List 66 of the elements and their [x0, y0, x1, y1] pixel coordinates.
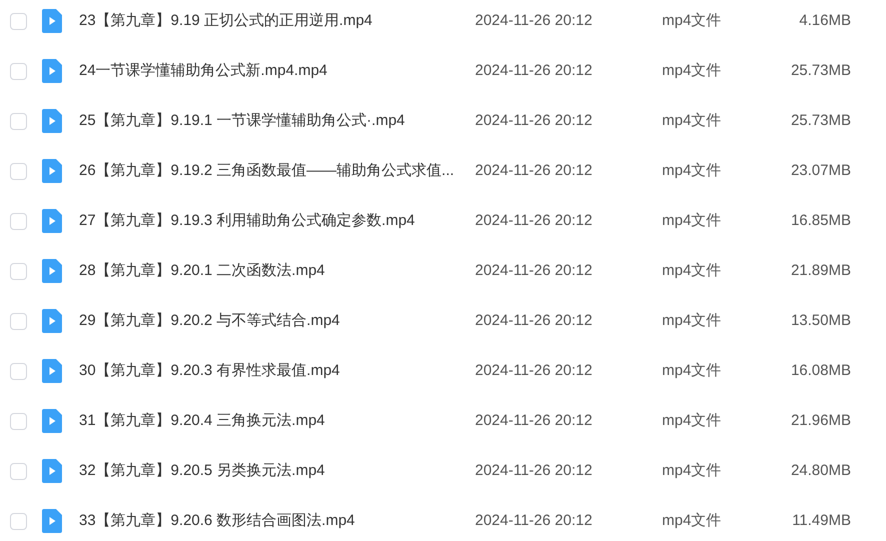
modified-date: 2024-11-26 20:12	[475, 260, 594, 281]
file-type: mp4文件	[662, 460, 722, 481]
file-size: 23.07MB	[790, 160, 851, 181]
file-name[interactable]: 25【第九章】9.19.1 一节课学懂辅助角公式·.mp4	[79, 110, 475, 132]
modified-date: 2024-11-26 20:12	[475, 460, 594, 481]
video-file-icon	[42, 259, 62, 283]
modified-date: 2024-11-26 20:12	[475, 60, 594, 81]
video-file-icon	[42, 459, 62, 483]
file-type: mp4文件	[662, 360, 722, 381]
file-size: 25.73MB	[790, 110, 851, 131]
file-type: mp4文件	[662, 410, 722, 431]
modified-date: 2024-11-26 20:12	[475, 160, 594, 181]
file-name[interactable]: 32【第九章】9.20.5 另类换元法.mp4	[79, 460, 475, 482]
file-type: mp4文件	[662, 10, 722, 31]
file-size: 24.80MB	[790, 460, 851, 481]
file-size: 13.50MB	[790, 310, 851, 331]
modified-date: 2024-11-26 20:12	[475, 10, 594, 31]
file-name[interactable]: 31【第九章】9.20.4 三角换元法.mp4	[79, 410, 475, 432]
file-name[interactable]: 30【第九章】9.20.3 有界性求最值.mp4	[79, 360, 475, 382]
video-file-icon	[42, 209, 62, 233]
modified-date: 2024-11-26 20:12	[475, 110, 594, 131]
file-type: mp4文件	[662, 210, 722, 231]
video-file-icon	[42, 509, 62, 533]
file-name[interactable]: 24一节课学懂辅助角公式新.mp4.mp4	[79, 60, 475, 82]
file-type: mp4文件	[662, 260, 722, 281]
file-type: mp4文件	[662, 60, 722, 81]
checkbox[interactable]	[10, 112, 27, 130]
video-file-icon	[42, 409, 62, 433]
file-size: 21.96MB	[790, 410, 851, 431]
file-size: 16.08MB	[790, 360, 851, 381]
checkbox[interactable]	[10, 212, 27, 230]
checkbox[interactable]	[10, 62, 27, 80]
file-size: 16.85MB	[790, 210, 851, 231]
file-type: mp4文件	[662, 110, 722, 131]
file-name[interactable]: 26【第九章】9.19.2 三角函数最值——辅助角公式求值...	[79, 160, 475, 182]
checkbox[interactable]	[10, 412, 27, 430]
file-name[interactable]: 28【第九章】9.20.1 二次函数法.mp4	[79, 260, 475, 282]
checkbox[interactable]	[10, 262, 27, 280]
modified-date: 2024-11-26 20:12	[475, 310, 594, 331]
checkbox[interactable]	[10, 462, 27, 480]
modified-date: 2024-11-26 20:12	[475, 360, 594, 381]
video-file-icon	[42, 309, 62, 333]
file-type: mp4文件	[662, 510, 722, 531]
file-type: mp4文件	[662, 310, 722, 331]
file-type: mp4文件	[662, 160, 722, 181]
video-file-icon	[42, 359, 62, 383]
file-name[interactable]: 23【第九章】9.19 正切公式的正用逆用.mp4	[79, 10, 475, 32]
modified-date: 2024-11-26 20:12	[475, 210, 594, 231]
file-size: 4.16MB	[798, 10, 851, 31]
file-name[interactable]: 33【第九章】9.20.6 数形结合画图法.mp4	[79, 510, 475, 532]
file-name[interactable]: 29【第九章】9.20.2 与不等式结合.mp4	[79, 310, 475, 332]
file-size: 25.73MB	[790, 60, 851, 81]
video-file-icon	[42, 159, 62, 183]
file-size: 21.89MB	[790, 260, 851, 281]
checkbox[interactable]	[10, 512, 27, 530]
modified-date: 2024-11-26 20:12	[475, 510, 594, 531]
checkbox[interactable]	[10, 362, 27, 380]
video-file-icon	[42, 9, 62, 33]
checkbox[interactable]	[10, 12, 27, 30]
video-file-icon	[42, 59, 62, 83]
file-name[interactable]: 27【第九章】9.19.3 利用辅助角公式确定参数.mp4	[79, 210, 475, 232]
checkbox[interactable]	[10, 162, 27, 180]
checkbox[interactable]	[10, 312, 27, 330]
modified-date: 2024-11-26 20:12	[475, 410, 594, 431]
file-size: 11.49MB	[791, 510, 851, 531]
video-file-icon	[42, 109, 62, 133]
